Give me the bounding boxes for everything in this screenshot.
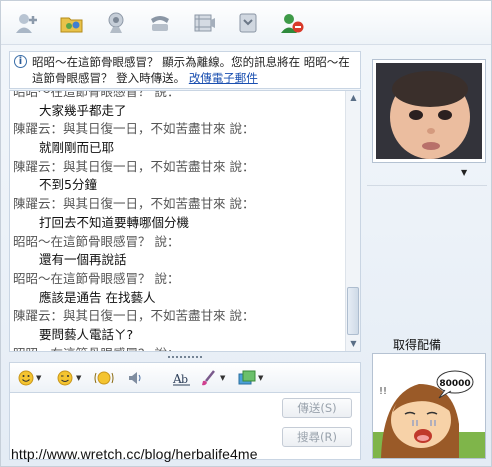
message-list: 昭昭～在這節骨眼感冒？ 說： 大家幾乎都走了陳躍云：與其日復一日，不如苦盡甘來 說…: [10, 90, 345, 351]
webcam-icon[interactable]: [101, 9, 131, 37]
call-icon[interactable]: [145, 9, 175, 37]
paintbrush-icon: [202, 370, 215, 386]
emoticon-button[interactable]: ▼: [18, 368, 41, 388]
wink-icon: [57, 370, 73, 386]
message-sender-line: 昭昭～在這節骨眼感冒？ 說：: [13, 90, 180, 99]
pane-splitter[interactable]: [167, 355, 203, 359]
send-files-icon[interactable]: [57, 9, 87, 37]
voice-clip-button[interactable]: [126, 368, 144, 388]
own-display-picture[interactable]: 80000 !!: [372, 353, 486, 459]
smiley-icon: [18, 370, 34, 386]
message-sender-line: 陳躍云：與其日復一日，不如苦盡甘來 說：: [13, 196, 255, 212]
conversation-toolbar: [1, 1, 491, 45]
message-text: 大家幾乎都走了: [39, 102, 127, 118]
svg-text:b: b: [181, 373, 188, 386]
background-image-icon: [238, 370, 256, 385]
message-sender-line: 陳躍云：與其日復一日，不如苦盡甘來 說：: [13, 158, 255, 174]
panel-divider: [367, 185, 487, 186]
message-sender-line: 陳躍云：與其日復一日，不如苦盡甘來 說：: [13, 308, 255, 324]
watermark-url: http://www.wretch.cc/blog/herbalife4me: [11, 446, 258, 462]
message-text: 要問藝人電話ㄚ?: [39, 326, 134, 342]
offline-notice: i 昭昭～在這節骨眼感冒？ 顯示為離線。您的訊息將在 昭昭～在這節骨眼感冒？ 登…: [9, 51, 361, 89]
font-button[interactable]: A b: [172, 368, 192, 388]
svg-text:!!: !!: [379, 386, 387, 397]
nudge-button[interactable]: [94, 368, 114, 388]
message-sender-line: 陳躍云：與其日復一日，不如苦盡甘來 說：: [13, 121, 255, 137]
video-clip-icon[interactable]: [189, 9, 219, 37]
scroll-thumb[interactable]: [347, 287, 359, 335]
send-email-link[interactable]: 改傳電子郵件: [189, 71, 258, 85]
scroll-down-arrow-icon[interactable]: ▼: [346, 337, 360, 351]
message-sender-line: 昭昭～在這節骨眼感冒？ 說：: [13, 233, 180, 249]
baby-photo: [376, 63, 482, 159]
block-contact-icon[interactable]: [277, 9, 307, 37]
invite-contact-icon[interactable]: [13, 9, 43, 37]
message-text: 就剛剛而已耶: [39, 140, 115, 156]
cartoon-avatar: 80000 !!: [373, 354, 485, 458]
message-text: 打回去不知道要轉哪個分機: [39, 214, 190, 230]
nudge-icon: [94, 371, 114, 385]
scroll-up-arrow-icon[interactable]: ▲: [346, 91, 360, 105]
wink-button[interactable]: ▼: [56, 368, 81, 388]
message-text: 應該是通告 在找藝人: [39, 289, 156, 305]
send-button[interactable]: 傳送(S): [282, 398, 352, 418]
search-button[interactable]: 搜尋(R): [282, 427, 352, 447]
contact-display-picture[interactable]: [372, 59, 486, 163]
message-sender-line: 昭昭～在這節骨眼感冒？ 說：: [13, 270, 180, 286]
message-sender-line: 昭昭～在這節骨眼感冒？ 說：: [13, 345, 345, 351]
chat-history[interactable]: 昭昭～在這節骨眼感冒？ 說： 大家幾乎都走了陳躍云：與其日復一日，不如苦盡甘來 說…: [9, 90, 361, 352]
voice-clip-icon: [129, 372, 141, 384]
message-text: 不到5分鐘: [39, 177, 97, 193]
get-accessories-label[interactable]: 取得配備: [393, 336, 441, 353]
speech-bubble-text: 80000: [439, 379, 470, 389]
activities-icon[interactable]: [233, 9, 263, 37]
font-icon: A b: [172, 372, 190, 386]
conversation-window: i 昭昭～在這節骨眼感冒？ 顯示為離線。您的訊息將在 昭昭～在這節骨眼感冒？ 登…: [0, 0, 492, 467]
info-icon: i: [14, 55, 27, 68]
background-button[interactable]: ▼: [200, 368, 225, 388]
theme-button[interactable]: ▼: [238, 368, 263, 388]
message-text: 還有一個再說話: [39, 252, 127, 268]
history-scrollbar[interactable]: ▲ ▼: [345, 91, 360, 351]
display-picture-menu-icon[interactable]: ▼: [461, 168, 467, 177]
compose-toolbar: ▼ ▼ A b ▼ ▼: [9, 362, 361, 392]
